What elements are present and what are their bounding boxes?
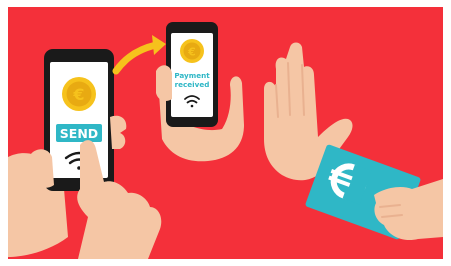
payment-illustration: € SEND € Payment received	[8, 7, 443, 259]
euro-coin-icon: €	[180, 39, 204, 63]
svg-text:€: €	[72, 85, 84, 104]
left-thumb	[30, 149, 54, 188]
illustration-canvas: € SEND € Payment received	[8, 7, 443, 259]
image-frame: € SEND € Payment received	[0, 0, 451, 266]
payment-status-line2: received	[175, 80, 210, 89]
send-label: SEND	[60, 126, 98, 141]
euro-coin-icon: €	[62, 77, 96, 111]
right-thumb	[156, 65, 172, 101]
svg-text:€: €	[187, 46, 196, 59]
payment-status-line1: Payment	[174, 71, 210, 80]
